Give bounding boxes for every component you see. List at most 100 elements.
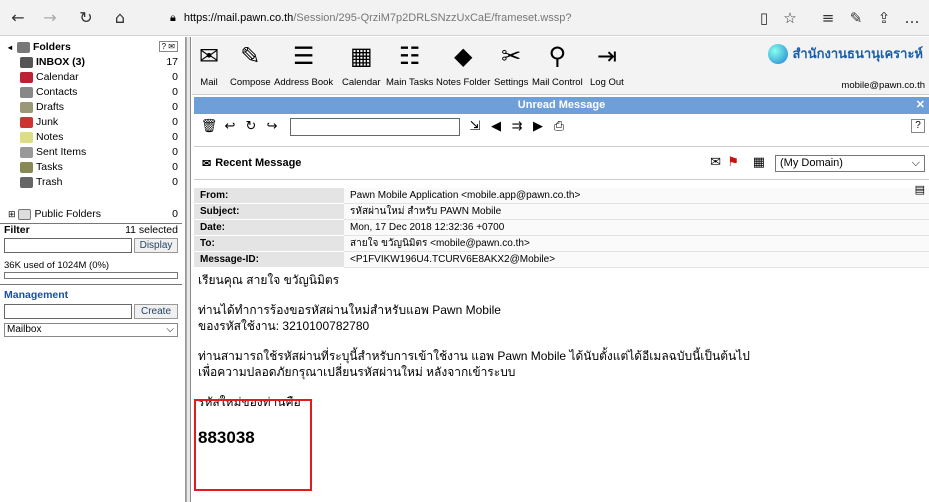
folder-count: 0 — [172, 161, 178, 173]
toolbar-label: Settings — [494, 77, 529, 88]
display-button[interactable]: Display — [134, 238, 178, 253]
reading-view-icon[interactable]: ▯ — [754, 8, 774, 28]
folder-pane: ◂ Folders ? ✉ INBOX (3) 17 Calendar 0 Contac… — [0, 37, 186, 502]
notes-icon[interactable]: ✎ — [846, 8, 866, 28]
folder-tools-icon[interactable]: ? ✉ — [158, 41, 178, 52]
folder-item[interactable]: Notes 0 — [0, 131, 182, 144]
flag-icon[interactable]: ⚑ — [727, 155, 739, 170]
header-value: รหัสผ่านใหม่ สำหรับ PAWN Mobile — [344, 204, 929, 220]
browser-bar: ← → ↻ ⌂ 🔒︎ https://mail.pawn.co.th/Sessi… — [0, 0, 929, 36]
favorite-icon[interactable]: ☆ — [780, 8, 800, 28]
header-toggle-icon[interactable]: ▤ — [915, 183, 925, 196]
folder-label: Contacts — [36, 86, 78, 98]
favorites-list-icon[interactable]: ≡ — [818, 8, 838, 28]
header-key: Subject: — [194, 204, 344, 220]
lock-icon: 🔒︎ — [170, 11, 176, 24]
toolbar-calendar[interactable]: ▦ Calendar — [342, 41, 381, 93]
folder-icon — [20, 116, 33, 128]
folder-count: 0 — [172, 86, 178, 98]
header-key: Message-ID: — [194, 252, 344, 268]
close-icon[interactable]: ✕ — [916, 97, 925, 114]
folder-icon — [20, 71, 33, 83]
folder-item[interactable]: Trash 0 — [0, 176, 182, 189]
toolbar-main-tasks[interactable]: ☷ Main Tasks — [386, 41, 433, 93]
body-line3: ท่านสามารถใช้รหัสผ่านที่ระบุนี้สำหรับการ… — [198, 349, 750, 363]
folder-label: Calendar — [36, 71, 79, 83]
folder-icon — [20, 161, 33, 173]
message-toolbar: 🗑︎ ↩ ↻ ↪ ⇲ ◀ ⇉ ▶ ⎙ ? — [194, 114, 929, 140]
move-icon[interactable]: ⇲ — [466, 118, 484, 136]
share-icon[interactable]: ⇪ — [874, 8, 894, 28]
url-path: /Session/295-QrziM7p2DRLSNzzUxCaE/frames… — [293, 12, 572, 24]
reply-all-icon[interactable]: ↻ — [242, 118, 260, 136]
quota-text: 36K used of 1024M (0%) — [4, 260, 110, 271]
folder-icon — [20, 86, 33, 98]
header-value: Mon, 17 Dec 2018 12:32:36 +0700 — [344, 220, 929, 236]
redirect-icon[interactable]: ⇉ — [508, 118, 526, 136]
create-button[interactable]: Create — [134, 304, 178, 319]
mailbox-select[interactable]: Mailbox ⌵ — [4, 323, 178, 337]
body-line1: ท่านได้ทำการร้องขอรหัสผ่านใหม่สำหรับแอพ … — [198, 303, 501, 317]
header-row: Date: Mon, 17 Dec 2018 12:32:36 +0700 — [194, 220, 929, 236]
public-folders[interactable]: ⊞ Public Folders 0 — [0, 208, 182, 221]
toolbar-label: Address Book — [274, 77, 334, 88]
toolbar-mail-control[interactable]: ⚲ Mail Control — [532, 41, 583, 93]
delete-icon[interactable]: 🗑︎ — [200, 118, 218, 136]
settings-icon: ✂ — [501, 42, 522, 70]
refresh-icon[interactable]: ↻ — [76, 8, 96, 28]
header-row: Message-ID: <P1FVIKW196U4.TCURV6E8AKX2@Mo… — [194, 252, 929, 268]
address-bar[interactable]: 🔒︎ https://mail.pawn.co.th/Session/295-Q… — [170, 7, 730, 29]
previous-icon[interactable]: ◀ — [487, 118, 505, 136]
folder-item[interactable]: Contacts 0 — [0, 86, 182, 99]
forward-msg-icon[interactable]: ↪ — [263, 118, 281, 136]
help-icon[interactable]: ? — [911, 119, 925, 133]
collapse-icon[interactable]: ◂ — [8, 43, 12, 52]
folder-count: 0 — [172, 116, 178, 128]
toolbar-label: Log Out — [590, 77, 624, 88]
folder-item[interactable]: INBOX (3) 17 — [0, 56, 182, 69]
toolbar-compose[interactable]: ✎ Compose — [230, 41, 271, 93]
next-icon[interactable]: ▶ — [529, 118, 547, 136]
addressbook-icon[interactable]: ▦ — [753, 155, 765, 170]
message-command-input[interactable] — [290, 118, 460, 136]
filter-input[interactable] — [4, 238, 132, 253]
calendar-icon: ▦ — [349, 42, 373, 70]
toolbar-settings[interactable]: ✂ Settings — [494, 41, 528, 93]
public-folder-icon — [18, 208, 32, 220]
folder-count: 0 — [172, 131, 178, 143]
toolbar-address-book[interactable]: ☰ Address Book — [274, 41, 333, 93]
folder-count: 0 — [172, 71, 178, 83]
home-icon[interactable]: ⌂ — [110, 8, 130, 28]
pane-divider[interactable] — [186, 37, 191, 502]
folder-label: Sent Items — [36, 146, 87, 158]
reply-icon[interactable]: ↩ — [221, 118, 239, 136]
folder-item[interactable]: Sent Items 0 — [0, 146, 182, 159]
chevron-down-icon: ⌵ — [911, 157, 920, 169]
print-icon[interactable]: ⎙ — [550, 118, 568, 136]
folder-count: 0 — [172, 146, 178, 158]
toolbar-mail[interactable]: ✉ Mail — [194, 41, 224, 93]
folder-icon — [20, 56, 33, 68]
folder-item[interactable]: Drafts 0 — [0, 101, 182, 114]
more-icon[interactable]: … — [902, 8, 922, 28]
chevron-down-icon: ⌵ — [166, 324, 174, 335]
main-tasks-icon: ☷ — [398, 42, 421, 70]
management-input[interactable] — [4, 304, 132, 319]
forward-icon[interactable]: → — [40, 8, 60, 28]
url-domain: https://mail.pawn.co.th — [183, 12, 294, 24]
toolbar-log-out[interactable]: ⇥ Log Out — [590, 41, 624, 93]
folder-label: Tasks — [36, 161, 63, 173]
header-key: From: — [194, 188, 344, 204]
back-icon[interactable]: ← — [8, 8, 28, 28]
brand-logo-icon — [768, 43, 789, 64]
body-line4: เพื่อความปลอดภัยกรุณาเปลี่ยนรหัสผ่านใหม่… — [198, 365, 516, 379]
domain-select[interactable]: (My Domain) ⌵ — [775, 155, 925, 172]
envelope-icon: ✉ — [202, 157, 212, 170]
folder-item[interactable]: Tasks 0 — [0, 161, 182, 174]
mail-control-icon: ⚲ — [548, 42, 567, 70]
folder-item[interactable]: Junk 0 — [0, 116, 182, 129]
toolbar-notes-folder[interactable]: ◆ Notes Folder — [436, 41, 490, 93]
folder-item[interactable]: Calendar 0 — [0, 71, 182, 84]
mail-icon[interactable]: ✉ — [710, 155, 721, 170]
main-toolbar: ✉ Mail ✎ Compose ☰ Address Book ▦ Calendar ☷ Main… — [192, 37, 929, 95]
